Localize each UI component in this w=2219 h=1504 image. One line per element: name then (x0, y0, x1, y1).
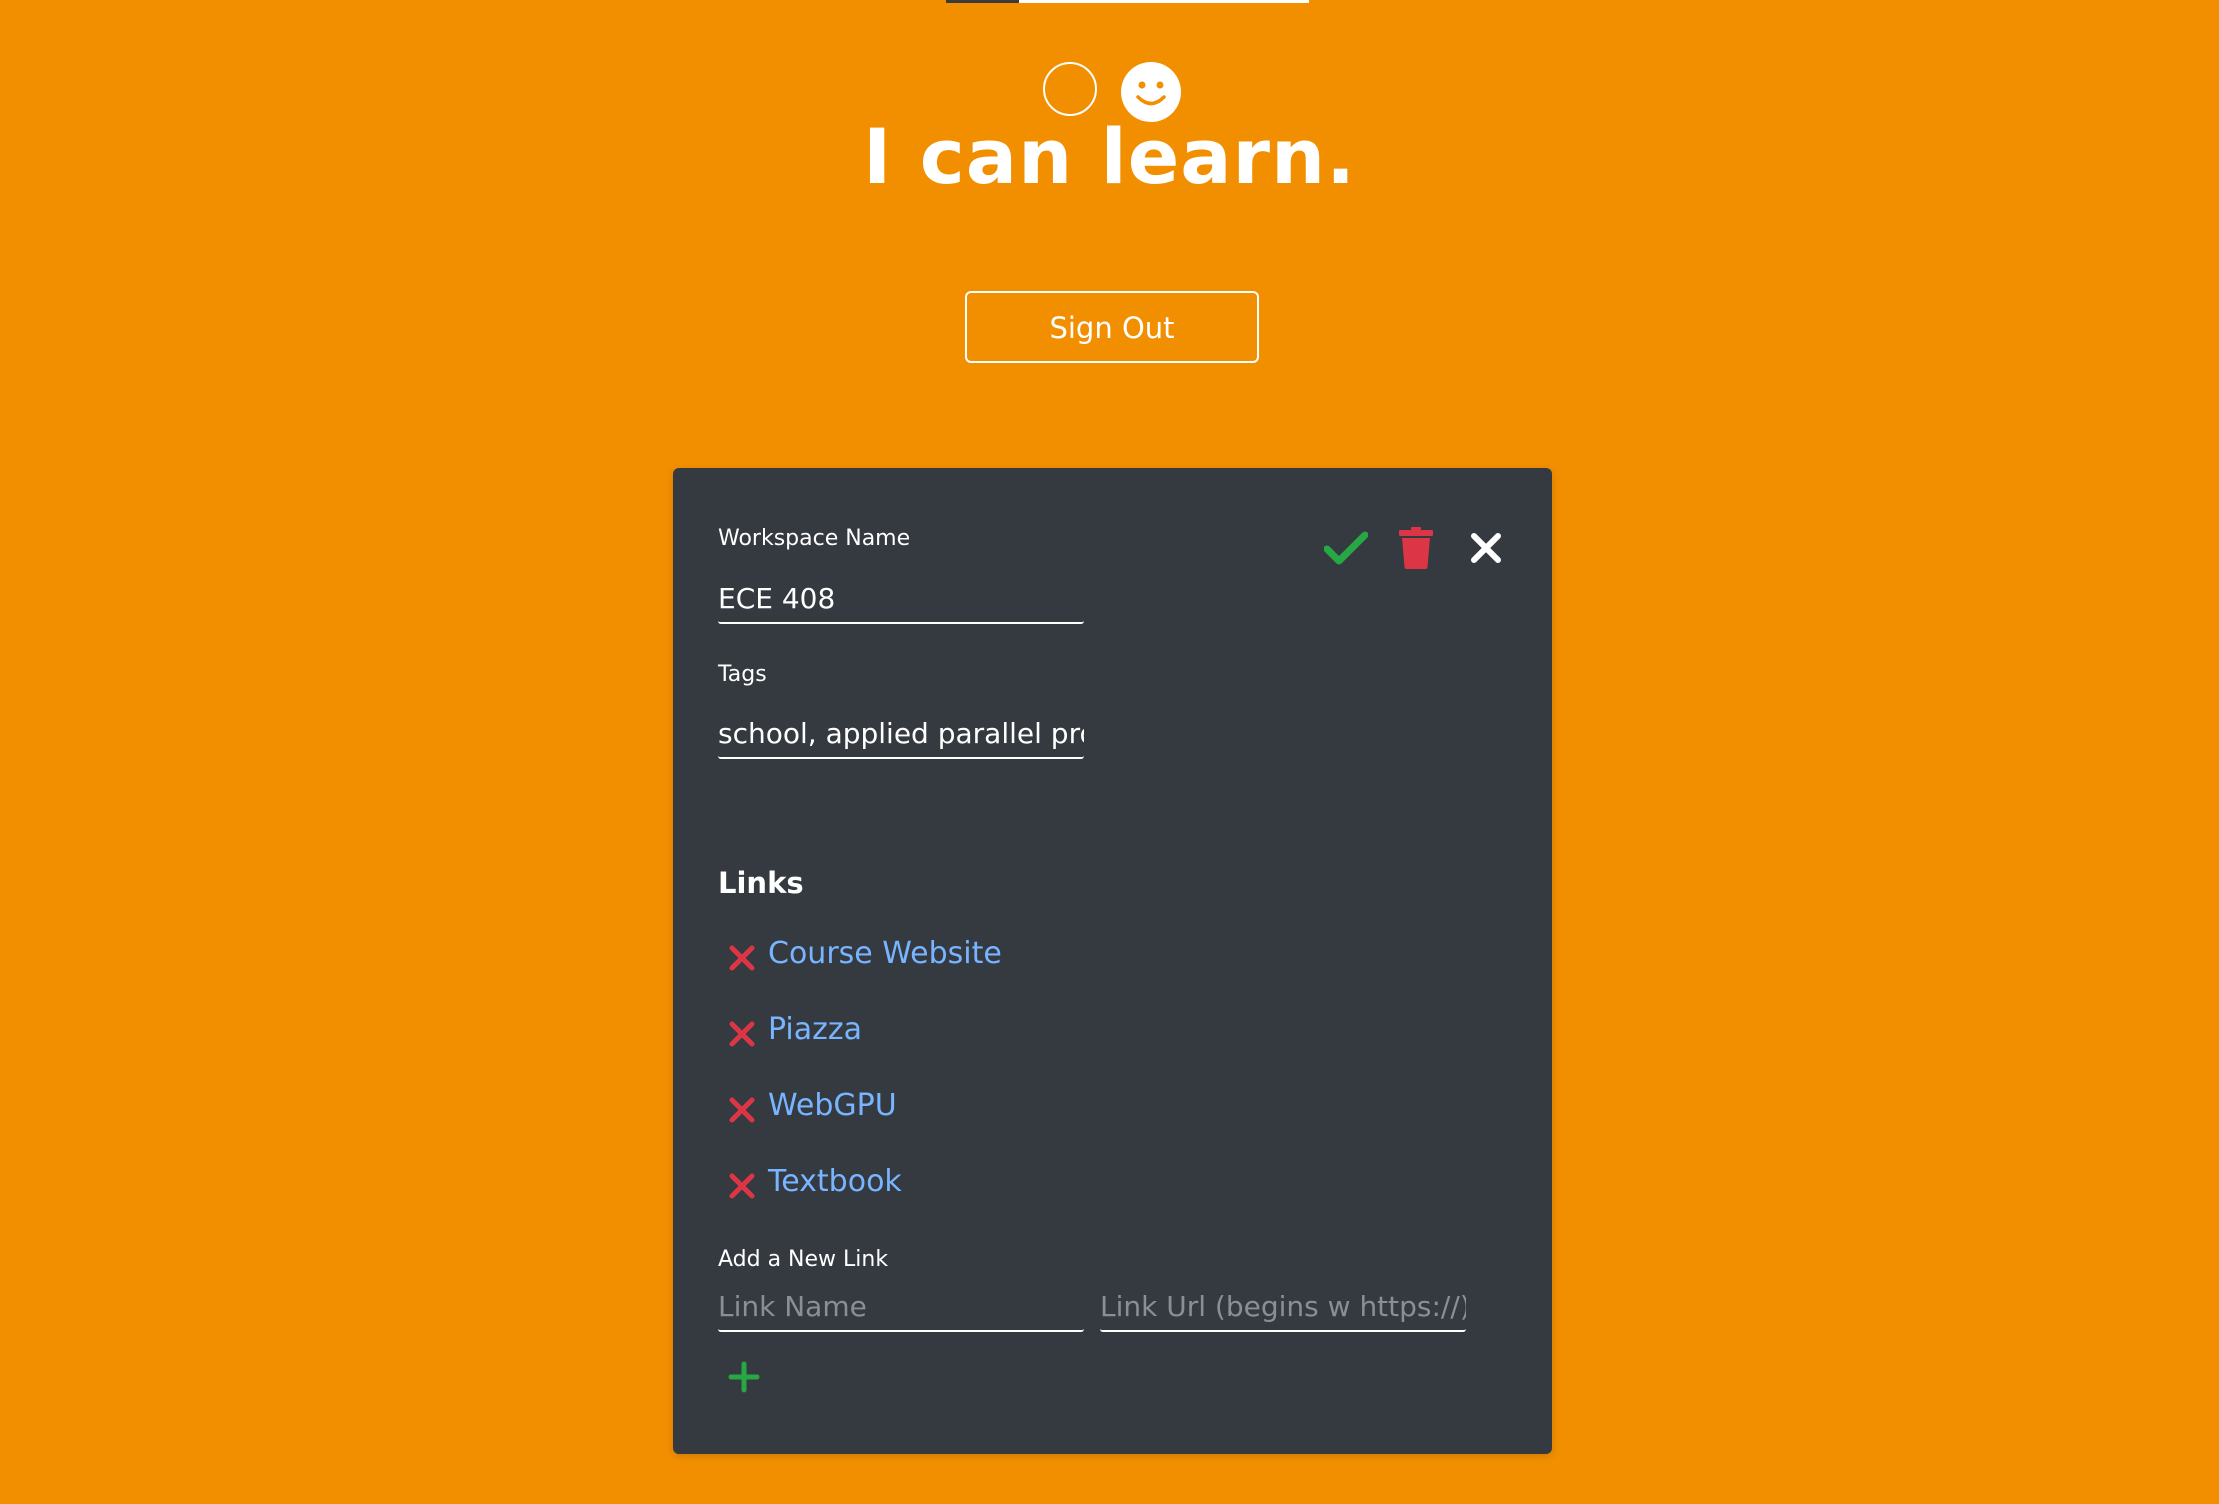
remove-link-icon[interactable] (728, 944, 756, 972)
list-item: Piazza (728, 1012, 1002, 1088)
link-webgpu[interactable]: WebGPU (768, 1088, 897, 1123)
add-link-label: Add a New Link (718, 1247, 889, 1272)
link-course-website[interactable]: Course Website (768, 936, 1002, 971)
list-item: Course Website (728, 936, 1002, 1012)
sign-out-button[interactable]: Sign Out (965, 291, 1259, 363)
tags-label: Tags (718, 662, 767, 687)
workspace-name-input[interactable] (718, 574, 1084, 624)
list-item: Textbook (728, 1164, 1002, 1240)
link-piazza[interactable]: Piazza (768, 1012, 862, 1047)
check-icon (1324, 531, 1368, 565)
trash-icon (1399, 527, 1433, 569)
empty-circle-icon[interactable] (1043, 62, 1097, 116)
workspace-name-label: Workspace Name (718, 526, 911, 551)
close-icon (1471, 533, 1501, 563)
list-item: WebGPU (728, 1088, 1002, 1164)
link-textbook[interactable]: Textbook (768, 1164, 902, 1199)
page: I can learn. Sign Out Workspace Name Tag… (0, 0, 2219, 1504)
link-name-input[interactable] (718, 1282, 1084, 1332)
page-title: I can learn. (863, 112, 1356, 201)
remove-link-icon[interactable] (728, 1020, 756, 1048)
workspace-editor-card: Workspace Name Tags (673, 468, 1552, 1454)
progress-bar (946, 0, 1309, 3)
remove-link-icon[interactable] (728, 1172, 756, 1200)
links-heading: Links (718, 866, 804, 900)
progress-bar-fill (946, 0, 1019, 3)
delete-button[interactable] (1394, 526, 1438, 570)
plus-icon[interactable] (728, 1361, 760, 1393)
tags-input[interactable] (718, 709, 1084, 759)
workspace-actions (1324, 526, 1508, 570)
remove-link-icon[interactable] (728, 1096, 756, 1124)
save-button[interactable] (1324, 526, 1368, 570)
close-button[interactable] (1464, 526, 1508, 570)
link-url-input[interactable] (1100, 1282, 1466, 1332)
link-list: Course Website Piazza WebGPU Textbook (728, 936, 1002, 1240)
